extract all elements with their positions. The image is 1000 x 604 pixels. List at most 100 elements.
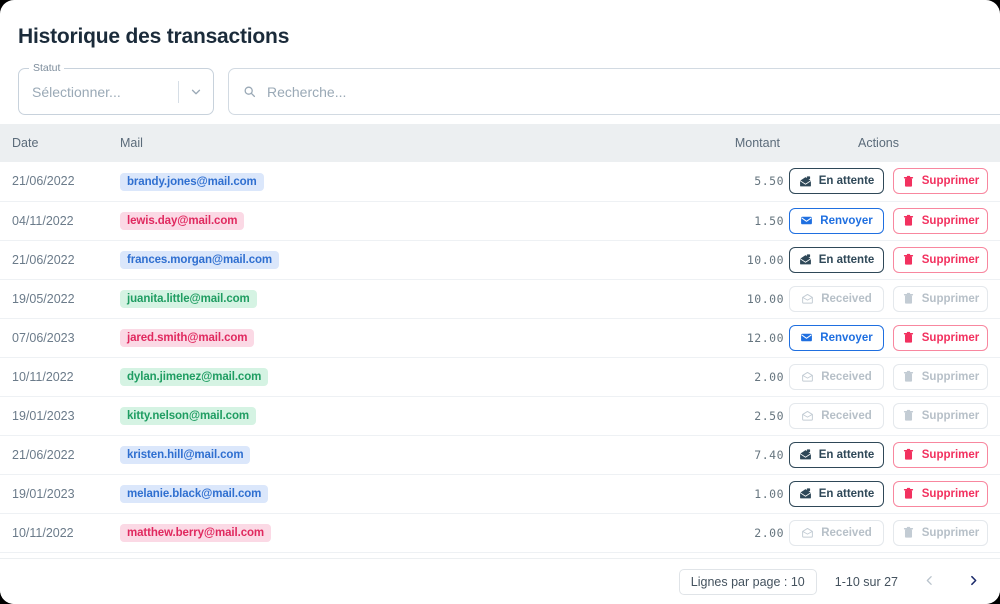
table-body: 21/06/2022brandy.jones@mail.com5.50En at… — [0, 162, 1000, 552]
envelope-icon — [800, 214, 813, 227]
cell-date: 04/11/2022 — [0, 201, 108, 240]
cell-date: 21/06/2022 — [0, 435, 108, 474]
rows-per-page-label: Lignes par page : 10 — [691, 575, 805, 589]
cell-mail: frances.morgan@mail.com — [108, 240, 688, 279]
cell-date: 19/05/2022 — [0, 279, 108, 318]
column-header-date: Date — [0, 124, 108, 162]
status-action-button-received: Received — [789, 403, 884, 429]
cell-mail: dylan.jimenez@mail.com — [108, 357, 688, 396]
cell-date: 10/11/2022 — [0, 357, 108, 396]
trash-icon — [902, 175, 915, 188]
cell-actions: Renvoyer Supprimer — [796, 318, 1000, 357]
status-select-legend: Statut — [29, 62, 64, 74]
cell-amount: 7.40 — [688, 435, 796, 474]
row-actions: ReceivedSupprimer — [808, 364, 988, 390]
column-header-actions: Actions — [796, 124, 1000, 162]
delete-button[interactable]: Supprimer — [893, 208, 988, 234]
status-action-button-pending[interactable]: En attente — [789, 247, 884, 273]
trash-icon — [902, 409, 915, 422]
cell-amount: 2.00 — [688, 357, 796, 396]
table-row: 21/06/2022 kristen.hill@mail.com 7.40 En at… — [0, 435, 1000, 474]
delete-button: Supprimer — [893, 364, 988, 390]
status-action-label: En attente — [819, 175, 875, 187]
status-action-button-resend[interactable]: Renvoyer — [789, 208, 884, 234]
delete-button[interactable]: Supprimer — [893, 442, 988, 468]
status-action-button-pending[interactable]: En attente — [789, 481, 884, 507]
status-action-button-pending[interactable]: En attente — [789, 442, 884, 468]
rows-per-page-select[interactable]: Lignes par page : 10 — [679, 569, 817, 595]
transactions-page: Historique des transactions Statut Sélec… — [0, 0, 1000, 604]
table-row: 19/01/2023kitty.nelson@mail.com2.50Recei… — [0, 396, 1000, 435]
cell-date: 19/01/2023 — [0, 474, 108, 513]
status-select-value: Sélectionner... — [19, 84, 178, 100]
status-action-button-received: Received — [789, 286, 884, 312]
envelope-open-icon — [799, 175, 812, 188]
cell-amount: 1.50 — [688, 201, 796, 240]
cell-actions: En attenteSupprimer — [796, 240, 1000, 279]
cell-date: 21/06/2022 — [0, 240, 108, 279]
row-actions: ReceivedSupprimer — [808, 520, 988, 546]
delete-button[interactable]: Supprimer — [893, 168, 988, 194]
delete-button[interactable]: Supprimer — [893, 481, 988, 507]
cell-amount: 12.00 — [688, 318, 796, 357]
cell-mail: juanita.little@mail.com — [108, 279, 688, 318]
email-chip: frances.morgan@mail.com — [120, 251, 279, 269]
row-actions: En attenteSupprimer — [808, 247, 988, 273]
status-action-label: En attente — [819, 449, 875, 461]
envelope-open-icon — [799, 487, 812, 500]
chevron-down-icon[interactable] — [179, 85, 213, 99]
email-chip: kristen.hill@mail.com — [120, 446, 250, 464]
envelope-outline-icon — [801, 292, 814, 305]
email-chip: kitty.nelson@mail.com — [120, 407, 256, 425]
status-action-label: En attente — [819, 488, 875, 500]
email-chip: juanita.little@mail.com — [120, 290, 257, 308]
row-actions: En attente Supprimer — [808, 442, 988, 468]
email-chip: lewis.day@mail.com — [120, 212, 244, 230]
column-header-amount: Montant — [688, 124, 796, 162]
cell-amount: 1.00 — [688, 474, 796, 513]
cell-mail: melanie.black@mail.com — [108, 474, 688, 513]
delete-button-label: Supprimer — [922, 410, 980, 422]
envelope-outline-icon — [801, 526, 814, 539]
envelope-open-icon — [799, 448, 812, 461]
cell-mail: brandy.jones@mail.com — [108, 162, 688, 201]
search-field[interactable]: Recherche... — [228, 68, 1000, 115]
trash-icon — [902, 214, 915, 227]
column-header-mail: Mail — [108, 124, 688, 162]
table-row: 07/06/2023jared.smith@mail.com12.00Renvo… — [0, 318, 1000, 357]
status-action-button-resend[interactable]: Renvoyer — [789, 325, 884, 351]
status-action-button-pending[interactable]: En attente — [789, 168, 884, 194]
status-action-label: Received — [821, 527, 872, 539]
table-row: 04/11/2022lewis.day@mail.com1.50Renvoyer… — [0, 201, 1000, 240]
table-row: 21/06/2022brandy.jones@mail.com5.50En at… — [0, 162, 1000, 201]
delete-button-label: Supprimer — [922, 215, 980, 227]
cell-actions: RenvoyerSupprimer — [796, 201, 1000, 240]
search-icon — [229, 85, 263, 98]
envelope-outline-icon — [801, 370, 814, 383]
delete-button[interactable]: Supprimer — [893, 247, 988, 273]
cell-amount: 10.00 — [688, 240, 796, 279]
email-chip: dylan.jimenez@mail.com — [120, 368, 268, 386]
status-action-label: Renvoyer — [820, 332, 872, 344]
row-actions: RenvoyerSupprimer — [808, 208, 988, 234]
row-actions: En attente Supprimer — [808, 481, 988, 507]
cell-actions: En attente Supprimer — [796, 435, 1000, 474]
table-row: 19/01/2023melanie.black@mail.com1.00 En a… — [0, 474, 1000, 513]
status-action-button-received: Received — [789, 520, 884, 546]
delete-button-label: Supprimer — [922, 332, 980, 344]
delete-button: Supprimer — [893, 286, 988, 312]
delete-button[interactable]: Supprimer — [893, 325, 988, 351]
cell-amount: 2.50 — [688, 396, 796, 435]
cell-mail: lewis.day@mail.com — [108, 201, 688, 240]
pagination-next-button[interactable] — [960, 569, 986, 595]
pagination-prev-button[interactable] — [916, 569, 942, 595]
cell-mail: kitty.nelson@mail.com — [108, 396, 688, 435]
table-row: 10/11/2022dylan.jimenez@mail.com2.00Rece… — [0, 357, 1000, 396]
status-select[interactable]: Statut Sélectionner... — [18, 68, 214, 115]
table-row: 10/11/2022matthew.berry@mail.com2.00Rece… — [0, 513, 1000, 552]
transactions-table: Date Mail Montant Actions 21/06/2022bran… — [0, 124, 1000, 553]
status-action-button-received: Received — [789, 364, 884, 390]
row-actions: Renvoyer Supprimer — [808, 325, 988, 351]
page-title: Historique des transactions — [0, 0, 1000, 50]
cell-actions: ReceivedSupprimer — [796, 279, 1000, 318]
